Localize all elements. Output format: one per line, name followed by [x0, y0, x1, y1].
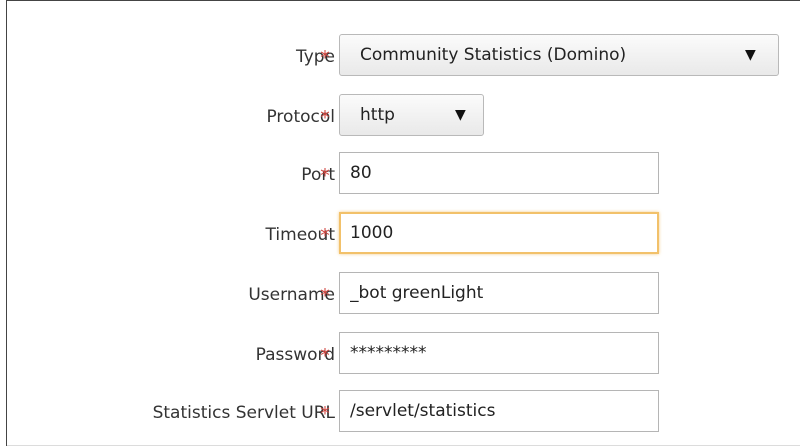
form-row-timeout: Timeout *	[7, 212, 800, 258]
required-icon: *	[320, 47, 330, 69]
form-row-servlet-url: Statistics Servlet URL *	[7, 390, 800, 436]
required-icon: *	[320, 345, 330, 367]
servlet-url-input[interactable]	[339, 390, 659, 432]
protocol-select[interactable]: http ▼	[339, 94, 484, 136]
password-input[interactable]	[339, 332, 659, 374]
required-icon: *	[320, 165, 330, 187]
servlet-url-label: Statistics Servlet URL	[152, 403, 335, 423]
form-panel: Type * Community Statistics (Domino) ▼ P…	[6, 0, 800, 446]
form-row-type: Type * Community Statistics (Domino) ▼	[7, 34, 800, 80]
type-select-value: Community Statistics (Domino)	[360, 45, 627, 65]
port-input[interactable]	[339, 152, 659, 194]
chevron-down-icon: ▼	[455, 107, 466, 123]
form-row-protocol: Protocol * http ▼	[7, 94, 800, 140]
timeout-input[interactable]	[339, 212, 659, 254]
required-icon: *	[320, 285, 330, 307]
required-icon: *	[320, 107, 330, 129]
chevron-down-icon: ▼	[745, 47, 756, 63]
required-icon: *	[320, 225, 330, 247]
form-row-port: Port *	[7, 152, 800, 198]
type-select[interactable]: Community Statistics (Domino) ▼	[339, 34, 779, 76]
protocol-select-value: http	[360, 105, 395, 125]
form-row-password: Password *	[7, 332, 800, 378]
username-input[interactable]	[339, 272, 659, 314]
form-row-username: Username *	[7, 272, 800, 318]
required-icon: *	[320, 403, 330, 425]
